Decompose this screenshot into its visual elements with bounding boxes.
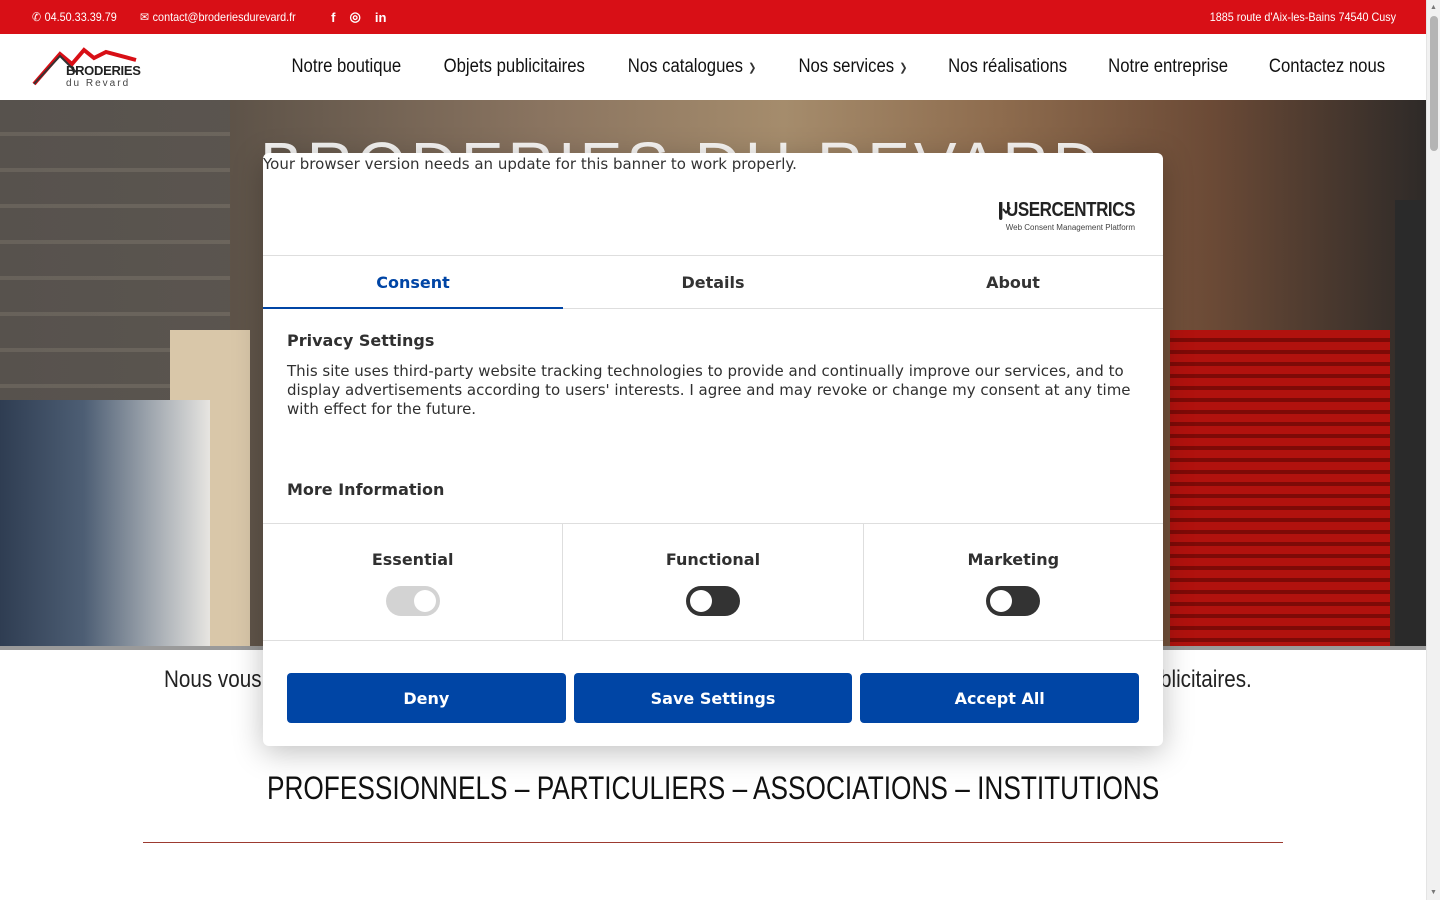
category-functional: Functional [563,524,864,640]
tagline-text: PROFESSIONNELS – PARTICULIERS – ASSOCIAT… [266,770,1160,806]
category-marketing: Marketing [864,524,1163,640]
essential-toggle [385,586,440,616]
email-address: contact@broderiesdurevard.fr [152,10,296,24]
site-logo[interactable]: BRODERIES du Revard [32,42,142,92]
envelope-icon: ✉ [140,10,150,24]
hero-glass-door [1395,200,1426,648]
nav-label: Objets publicitaires [443,56,585,77]
privacy-settings-heading: Privacy Settings [287,331,435,350]
brand-subtitle: Web Consent Management Platform [1005,223,1135,232]
nav-notre-entreprise[interactable]: Notre entreprise [1108,56,1228,78]
category-label: Marketing [967,550,1060,569]
address-text: 1885 route d'Aix-les-Bains 74540 Cusy [1209,10,1396,24]
usercentrics-logo: USERCENTRICS Web Consent Management Plat… [999,199,1135,232]
scroll-up-icon[interactable]: ▲ [1430,4,1437,11]
toggle-knob [990,590,1013,612]
chevron-down-icon: ❯ [748,61,757,74]
toggle-knob [413,590,436,612]
consent-tabs: Consent Details About [263,255,1163,309]
social-links: f ◎ in [331,9,386,25]
browser-update-notice: Your browser version needs an update for… [263,155,797,173]
top-contact-bar: ✆ 04.50.33.39.79 ✉ contact@broderiesdure… [0,0,1440,34]
nav-label: Nos catalogues [628,56,744,77]
facebook-icon[interactable]: f [331,10,335,25]
scrollbar-thumb[interactable] [1430,16,1438,151]
nav-nos-realisations[interactable]: Nos réalisations [948,56,1067,78]
deny-button[interactable]: Deny [287,673,566,723]
page-scrollbar[interactable]: ▲ ▼ [1426,0,1440,900]
nav-label: Notre boutique [291,56,402,77]
logo-word-broderies: BRODERIES [66,63,141,78]
intro-text-right: blicitaires. [1160,666,1252,693]
tab-details[interactable]: Details [563,256,863,308]
usercentrics-wordmark: USERCENTRICS [999,199,1135,222]
nav-contactez-nous[interactable]: Contactez nous [1269,56,1385,78]
shield-check-icon [999,201,1003,220]
consent-categories: Essential Functional Marketing [263,523,1163,641]
consent-dialog: Your browser version needs an update for… [263,153,1163,746]
logo-word-revard: du Revard [66,78,131,89]
chevron-down-icon: ❯ [899,61,908,74]
phone-number: 04.50.33.39.79 [44,10,117,24]
hero-red-truck [1170,330,1390,648]
consent-content: Privacy Settings This site uses third-pa… [287,331,1139,419]
nav-label: Nos services [798,56,894,77]
nav-label: Contactez nous [1268,56,1386,77]
linkedin-icon[interactable]: in [375,10,387,25]
privacy-description: This site uses third-party website track… [287,362,1131,418]
site-header: BRODERIES du Revard Notre boutique Objet… [0,34,1426,100]
audience-tagline: PROFESSIONNELS – PARTICULIERS – ASSOCIAT… [0,770,1426,807]
save-settings-button[interactable]: Save Settings [573,673,853,723]
main-nav: Notre boutique Objets publicitaires Nos … [284,34,1393,100]
brand-name: USERCENTRICS [1005,199,1135,221]
nav-notre-boutique[interactable]: Notre boutique [292,56,402,78]
nav-nos-catalogues[interactable]: Nos catalogues ❯ [628,56,757,78]
hero-clothes-rack [0,400,210,648]
marketing-toggle[interactable] [986,586,1041,616]
consent-actions: Deny Save Settings Accept All [287,673,1140,723]
nav-label: Nos réalisations [947,56,1067,77]
email-link[interactable]: ✉ contact@broderiesdurevard.fr [140,10,296,24]
functional-toggle[interactable] [685,586,740,616]
phone-link[interactable]: ✆ 04.50.33.39.79 [32,10,117,24]
category-essential: Essential [263,524,564,640]
accept-all-button[interactable]: Accept All [860,673,1140,723]
category-label: Functional [665,550,761,569]
section-divider [143,842,1283,843]
instagram-icon[interactable]: ◎ [349,9,360,25]
nav-label: Notre entreprise [1107,56,1228,77]
tab-consent[interactable]: Consent [263,256,563,309]
tab-about[interactable]: About [863,256,1163,308]
contact-links: ✆ 04.50.33.39.79 ✉ contact@broderiesdure… [32,0,386,34]
nav-nos-services[interactable]: Nos services ❯ [798,56,907,78]
toggle-knob [689,590,712,612]
more-information-link[interactable]: More Information [287,480,444,499]
scroll-down-icon[interactable]: ▼ [1430,889,1437,896]
phone-icon: ✆ [32,10,42,24]
nav-objets-publicitaires[interactable]: Objets publicitaires [444,56,585,78]
category-label: Essential [371,550,454,569]
